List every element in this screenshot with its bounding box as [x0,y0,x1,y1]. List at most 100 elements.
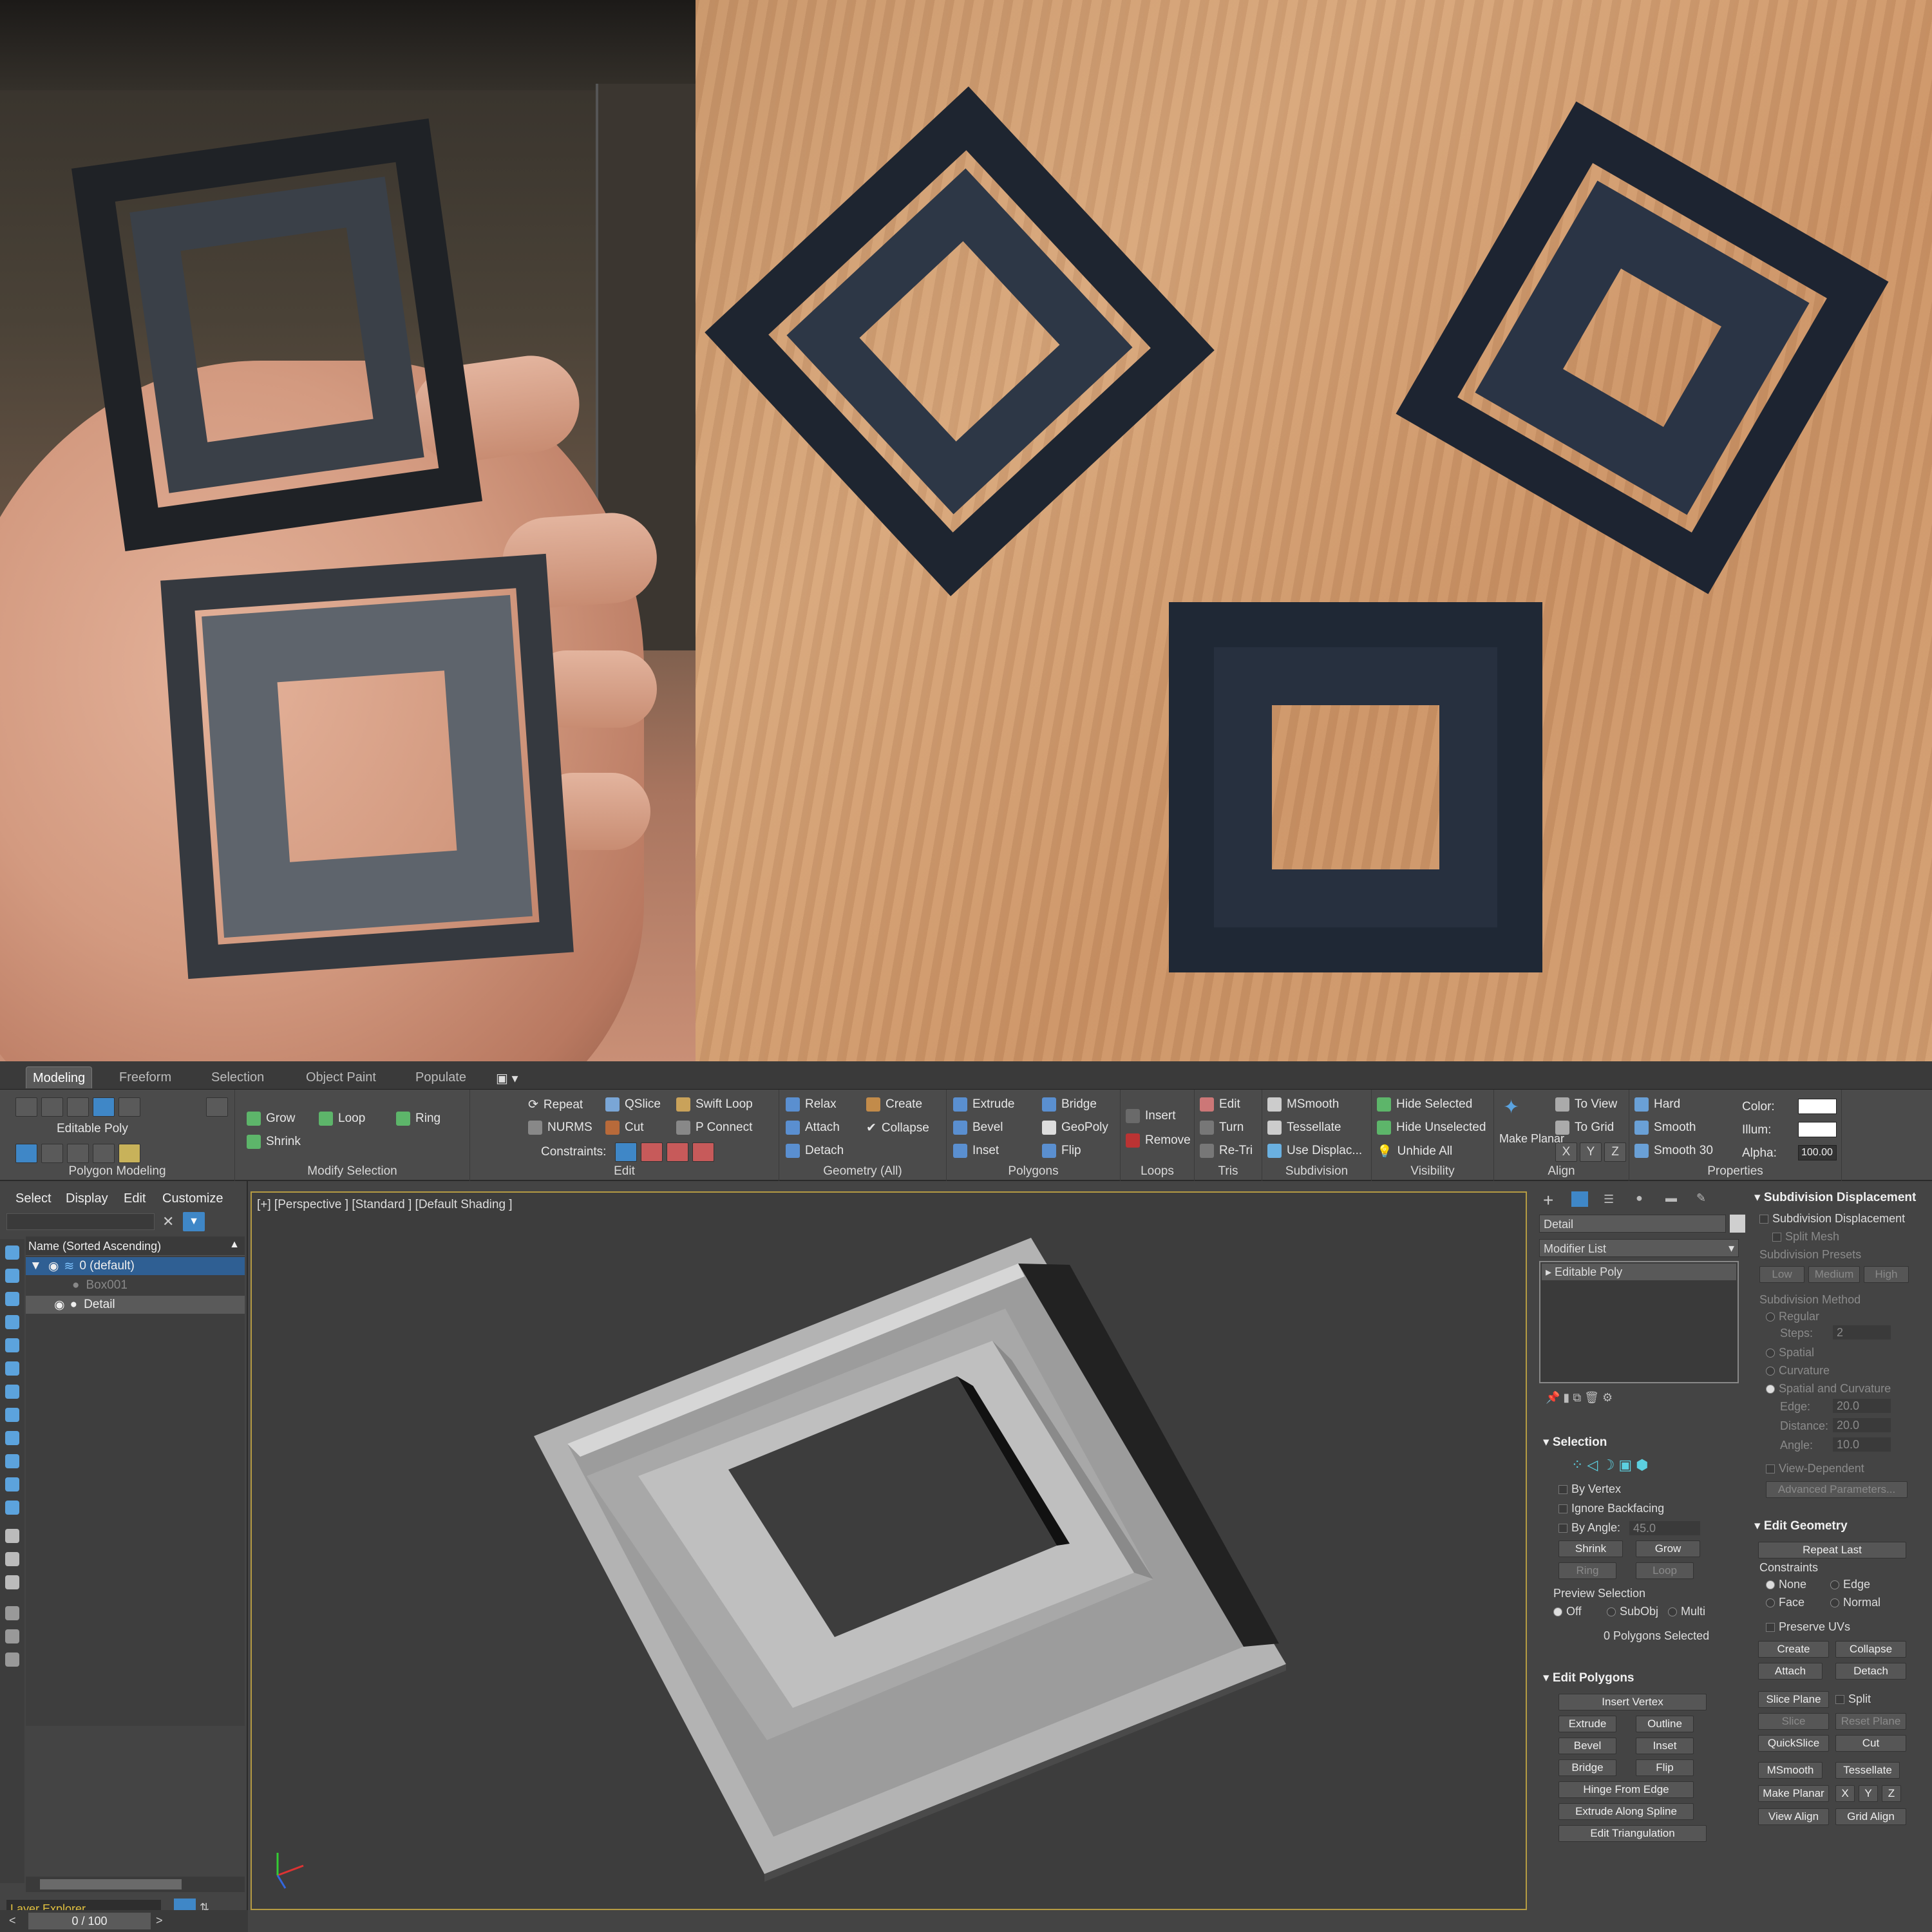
tree-column-header[interactable]: Name (Sorted Ascending) [26,1236,245,1256]
border-mode-button[interactable] [67,1097,89,1117]
illum-swatch[interactable] [1798,1122,1837,1137]
subdiv-angle-input[interactable]: 10.0 [1833,1437,1891,1452]
tab-object-paint[interactable]: Object Paint [299,1066,383,1088]
preset-high-button[interactable]: High [1864,1266,1909,1283]
display-bones-icon[interactable] [5,1431,19,1445]
edge-mode-button[interactable] [41,1097,63,1117]
visibility-eye-icon[interactable]: ◉ [54,1298,65,1312]
tree-row-default-layer[interactable]: ▼ ◉ ≋ 0 (default) [26,1257,245,1275]
hard-button[interactable]: Hard [1634,1097,1680,1112]
collapse-stack-button[interactable] [206,1097,228,1117]
bevel-button[interactable]: Bevel [953,1121,1003,1135]
vertex-mode-button[interactable] [15,1097,37,1117]
geo-tessellate-button[interactable]: Tessellate [1835,1762,1900,1779]
color-swatch[interactable] [1798,1099,1837,1114]
tab-selection[interactable]: Selection [205,1066,270,1088]
display-shapes-icon[interactable] [5,1269,19,1283]
display-xrefs-icon[interactable] [5,1408,19,1422]
visibility-eye-icon[interactable]: ◉ [48,1259,59,1274]
geo-msmooth-button[interactable]: MSmooth [1758,1762,1823,1779]
menu-edit[interactable]: Edit [124,1191,146,1206]
shrink-button[interactable]: Shrink [247,1135,301,1149]
pin-stack-button[interactable] [67,1144,89,1163]
constraint-face-radio[interactable]: Face [1766,1596,1804,1609]
object-name-input[interactable]: Detail [1539,1215,1726,1233]
edit-triangulation-button[interactable]: Edit Triangulation [1558,1825,1707,1842]
remove-loop-button[interactable]: Remove [1126,1133,1191,1148]
preset-medium-button[interactable]: Medium [1808,1266,1860,1283]
subobject-icons[interactable]: ⁘ ◁ ☽ ▣ ⬢ [1571,1457,1649,1473]
tree-row-detail[interactable]: ◉ ● Detail [26,1296,245,1314]
loop-selection-button[interactable]: Loop [1636,1562,1694,1579]
grow-button[interactable]: Grow [247,1112,295,1126]
menu-customize[interactable]: Customize [162,1191,223,1206]
filter-toggle-icon[interactable] [5,1606,19,1620]
element-mode-button[interactable] [118,1097,140,1117]
hide-selected-button[interactable]: Hide Selected [1377,1097,1472,1112]
display-cameras-icon[interactable] [5,1315,19,1329]
edit-geometry-rollout-title[interactable]: ▾ Edit Geometry [1754,1519,1848,1533]
grow-selection-button[interactable]: Grow [1636,1540,1700,1557]
slice-button[interactable]: Slice [1758,1713,1829,1730]
insert-vertex-button[interactable]: Insert Vertex [1558,1694,1707,1710]
view-dependent-checkbox[interactable]: View-Dependent [1766,1462,1864,1475]
selection-rollout-title[interactable]: ▾ Selection [1543,1435,1607,1450]
geo-attach-button[interactable]: Attach [1758,1663,1823,1680]
spatial-curvature-radio[interactable]: Spatial and Curvature [1766,1382,1891,1396]
view-align-button[interactable]: View Align [1758,1808,1829,1825]
bridge-button[interactable]: Bridge [1042,1097,1097,1112]
extrude-polygon-button[interactable]: Extrude [1558,1716,1616,1732]
detach-button[interactable]: Detach [786,1144,844,1158]
ribbon-options-icon[interactable]: ▣ ▾ [489,1066,525,1088]
insert-loop-button[interactable]: Insert [1126,1109,1176,1123]
modify-selection-label[interactable]: Modify Selection [235,1164,469,1179]
smooth30-button[interactable]: Smooth 30 [1634,1144,1713,1158]
geo-x-button[interactable]: X [1835,1785,1855,1802]
shrink-selection-button[interactable]: Shrink [1558,1540,1623,1557]
ring-button[interactable]: Ring [396,1112,440,1126]
toggle-modifier-button[interactable] [93,1144,115,1163]
unhide-all-button[interactable]: 💡 Unhide All [1377,1144,1452,1159]
preview-multi-radio[interactable]: Multi [1668,1605,1705,1618]
subdiv-disp-checkbox[interactable]: Subdivision Displacement [1759,1212,1905,1226]
relax-button[interactable]: Relax [786,1097,837,1112]
create-tab-icon[interactable]: + [1543,1190,1553,1211]
edit-polygons-rollout-title[interactable]: ▾ Edit Polygons [1543,1671,1634,1685]
object-color-swatch[interactable] [1730,1215,1745,1233]
spatial-radio[interactable]: Spatial [1766,1346,1814,1359]
visibility-label[interactable]: Visibility [1372,1164,1493,1179]
grid-align-button[interactable]: Grid Align [1835,1808,1906,1825]
horizontal-scrollbar[interactable] [26,1877,245,1892]
by-angle-checkbox[interactable]: By Angle: [1558,1521,1620,1535]
collapse-button[interactable]: ✔ Collapse [866,1121,929,1135]
loops-label[interactable]: Loops [1121,1164,1194,1179]
utilities-tab-icon[interactable]: ✎ [1696,1191,1706,1205]
preset-low-button[interactable]: Low [1759,1266,1804,1283]
perspective-viewport[interactable]: [+] [Perspective ] [Standard ] [Default … [251,1191,1527,1910]
distance-input[interactable]: 20.0 [1833,1418,1891,1432]
tris-edit-button[interactable]: Edit [1200,1097,1240,1112]
constraint-none-radio[interactable]: None [1766,1578,1806,1591]
funnel-icon[interactable] [5,1629,19,1643]
angle-input[interactable]: 45.0 [1629,1521,1700,1535]
preview-subobj-radio[interactable]: SubObj [1607,1605,1658,1618]
display-groups-icon[interactable] [5,1385,19,1399]
properties-label[interactable]: Properties [1629,1164,1841,1179]
stack-tools[interactable]: 📌 ▮ ⧉ 🗑 ⚙ [1546,1391,1613,1405]
quickslice-button[interactable]: QuickSlice [1758,1735,1829,1752]
display-lights-icon[interactable] [5,1292,19,1306]
layers-icon[interactable] [5,1653,19,1667]
cut-button[interactable]: Cut [605,1121,644,1135]
align-label[interactable]: Align [1494,1164,1629,1179]
polygon-mode-button[interactable] [93,1097,115,1117]
edit-label[interactable]: Edit [470,1164,779,1179]
constraint-edge-radio[interactable]: Edge [1830,1578,1870,1591]
split-mesh-checkbox[interactable]: Split Mesh [1772,1230,1839,1244]
make-planar-button[interactable]: Make Planar [1499,1132,1564,1146]
geo-z-button[interactable]: Z [1882,1785,1901,1802]
bridge-polygon-button[interactable]: Bridge [1558,1759,1616,1776]
clear-search-icon[interactable]: ✕ [162,1213,174,1230]
subdivision-label[interactable]: Subdivision [1262,1164,1371,1179]
align-x-button[interactable]: X [1555,1142,1577,1162]
hierarchy-tab-icon[interactable]: ☰ [1604,1193,1614,1206]
